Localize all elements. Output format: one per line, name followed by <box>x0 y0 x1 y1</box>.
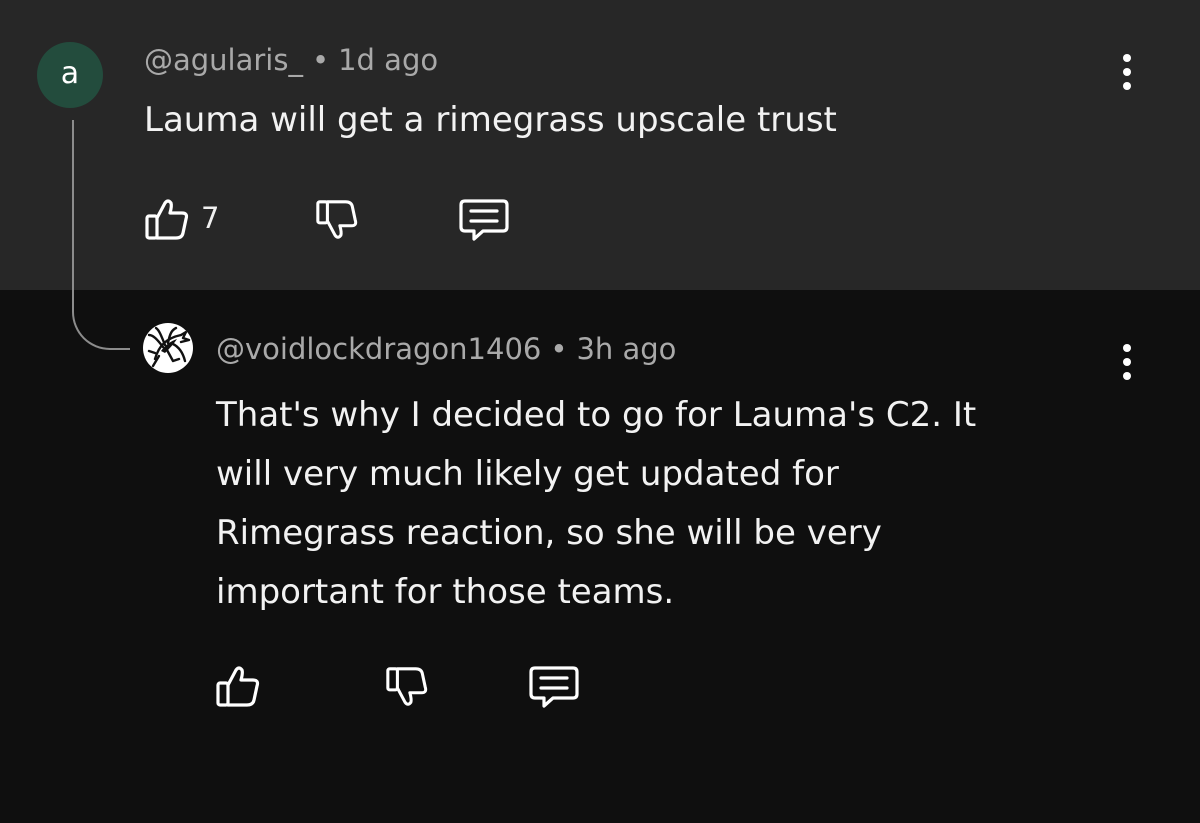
like-count: 7 <box>201 201 220 235</box>
comment-author[interactable]: @agularis_ <box>144 43 303 77</box>
meta-separator: • <box>550 332 568 366</box>
comment-timestamp: 1d ago <box>338 43 439 77</box>
reply-meta: @voidlockdragon1406 • 3h ago <box>216 331 676 367</box>
thread-connector <box>72 120 130 350</box>
thumbs-down-icon[interactable] <box>314 197 360 243</box>
meta-separator: • <box>311 43 330 77</box>
thumbs-up-icon[interactable] <box>214 663 262 709</box>
reply-timestamp: 3h ago <box>576 332 677 366</box>
thumbs-up-icon[interactable] <box>143 196 191 242</box>
avatar[interactable]: a <box>37 42 103 108</box>
reply-author[interactable]: @voidlockdragon1406 <box>216 332 541 366</box>
avatar[interactable] <box>143 323 193 373</box>
comments-panel: a @agularis_ • 1d ago Lauma will get a rim… <box>0 0 1200 823</box>
reply-text-line: important for those teams. <box>216 572 675 612</box>
reply-text-line: That's why I decided to go for Lauma's C… <box>216 395 977 435</box>
reply-text-line: Rimegrass reaction, so she will be very <box>216 513 882 553</box>
reply-text: That's why I decided to go for Lauma's C… <box>216 386 976 622</box>
more-vertical-icon[interactable] <box>1121 54 1133 90</box>
reply-icon[interactable] <box>527 664 581 710</box>
reply-icon[interactable] <box>457 197 511 243</box>
thumbs-down-icon[interactable] <box>384 664 430 710</box>
reply-text-line: will very much likely get updated for <box>216 454 839 494</box>
more-vertical-icon[interactable] <box>1121 344 1133 380</box>
comment-text: Lauma will get a rimegrass upscale trust <box>144 100 837 140</box>
dragon-icon <box>147 326 191 368</box>
comment-meta: @agularis_ • 1d ago <box>144 42 438 78</box>
